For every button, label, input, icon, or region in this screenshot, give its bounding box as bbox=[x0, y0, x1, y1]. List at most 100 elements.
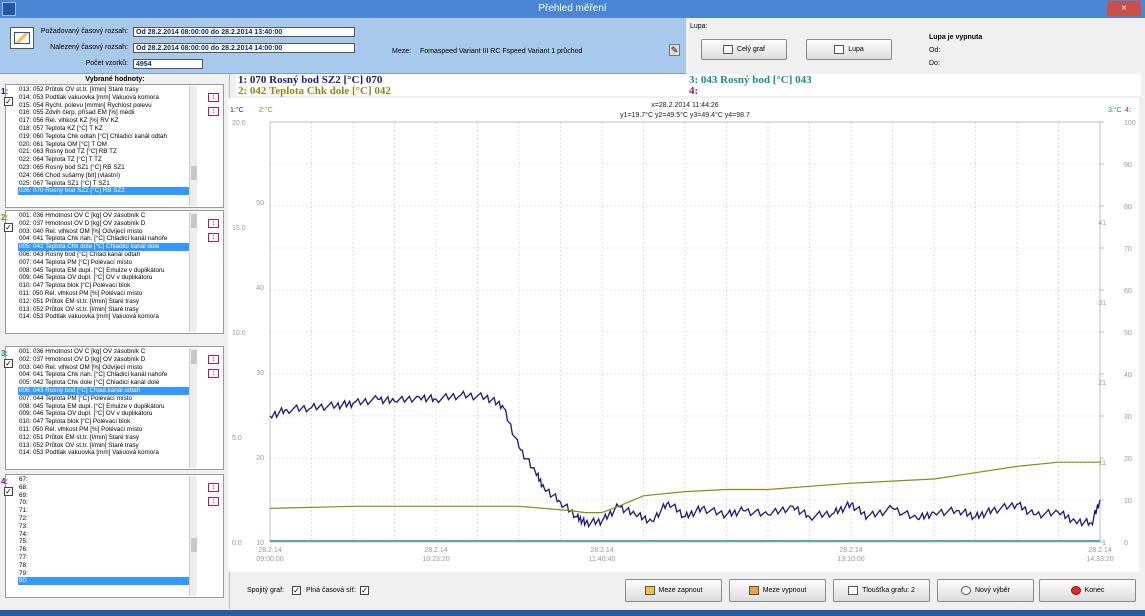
list-item[interactable]: 009: 046 Teplota OV dupl. [°C] OV v dupl… bbox=[18, 410, 197, 418]
list-item[interactable]: 021: 063 Rosný bod TZ [°C] RB TZ bbox=[18, 148, 197, 156]
list-item[interactable]: 013: 052 Průtok OV st.tr. [l/min] Staré … bbox=[18, 442, 197, 450]
list-item[interactable]: 012: 051 Průtok EM st.tr. [l/min] Staré … bbox=[18, 434, 197, 442]
list-item[interactable]: 001: 036 Hmotnost OV C [kg] OV zásobník … bbox=[18, 348, 197, 356]
list-item[interactable]: 69: bbox=[18, 492, 197, 500]
y4-tick-label: 10 bbox=[1124, 498, 1132, 505]
list-item[interactable]: 70: bbox=[18, 499, 197, 507]
scrollbar-thumb[interactable] bbox=[191, 350, 197, 364]
y4-tick-label: 0 bbox=[1124, 540, 1128, 547]
list-item[interactable]: 013: 052 Průtok OV st.tr. [l/min] Staré … bbox=[18, 306, 197, 314]
list-item[interactable]: 023: 065 Rosný bod SZ1 [°C] RB SZ1 bbox=[18, 164, 197, 172]
list-scrollbar[interactable] bbox=[189, 86, 197, 206]
value-listbox[interactable]: 013: 052 Průtok OV st.tr. [l/min] Staré … bbox=[18, 86, 197, 206]
list-scrollbar[interactable] bbox=[189, 476, 197, 596]
list-item[interactable]: 001: 036 Hmotnost OV C [kg] OV zásobník … bbox=[18, 212, 197, 220]
list-item[interactable]: 76: bbox=[18, 546, 197, 554]
list-item[interactable]: 007: 044 Teplota PM [°C] Polévací místo bbox=[18, 395, 197, 403]
scrollbar-thumb[interactable] bbox=[191, 214, 197, 228]
group-enable-checkbox[interactable]: ✓ bbox=[4, 359, 13, 368]
pin-icon[interactable]: ✎ bbox=[669, 44, 680, 56]
swap-series-icon[interactable]: ↕ bbox=[208, 233, 219, 242]
move-series-icon[interactable]: ↕ bbox=[208, 483, 219, 492]
y2-tick-label: 20 bbox=[256, 455, 264, 462]
list-item[interactable]: 015: 054 Rychl. polevu [m/min] Rychlost … bbox=[18, 102, 197, 110]
y4-tick-label: 70 bbox=[1124, 246, 1132, 253]
list-item[interactable]: 72: bbox=[18, 515, 197, 523]
line-chart[interactable]: 1:°C 2:°C 3:°C 4: x=28.2.2014 11:44:26 y1=19.… bbox=[228, 98, 1139, 572]
zoom-button[interactable]: Lupa bbox=[806, 39, 892, 60]
swap-series-icon[interactable]: ↕ bbox=[208, 369, 219, 378]
list-scrollbar[interactable] bbox=[189, 348, 197, 468]
list-item[interactable]: 009: 046 Teplota OV dupl. [°C] OV v dupl… bbox=[18, 274, 197, 282]
swap-series-icon[interactable]: ↕ bbox=[208, 107, 219, 116]
list-item[interactable]: 016: 055 Zdvih čerp. přísad EM [%] médii bbox=[18, 109, 197, 117]
list-item[interactable]: 006: 043 Rosný bod [°C] Chlad.kanál odta… bbox=[18, 251, 197, 259]
selected-values-panel: Vybrané hodnoty: 1: ✓ 013: 052 Průtok OV s… bbox=[0, 74, 230, 609]
y4-tick-label: 100 bbox=[1124, 120, 1136, 127]
list-item[interactable]: 019: 060 Teplota Chk odtah [°C] Chladicí… bbox=[18, 133, 197, 141]
list-item[interactable]: 73: bbox=[18, 523, 197, 531]
move-series-icon[interactable]: ↕ bbox=[208, 355, 219, 364]
scrollbar-thumb[interactable] bbox=[191, 166, 197, 180]
full-graph-button[interactable]: Celý graf bbox=[701, 39, 787, 60]
zoom-panel: Lupa: Celý graf Lupa Lupa je vypnuta Od:… bbox=[686, 18, 1145, 74]
list-item[interactable]: 67: bbox=[18, 476, 197, 484]
list-item[interactable]: 014: 053 Podtlak vakuovka [mm] Vakuová k… bbox=[18, 449, 197, 457]
sample-count-field[interactable]: 4954 bbox=[133, 59, 203, 69]
group-enable-checkbox[interactable]: ✓ bbox=[4, 487, 13, 496]
list-item[interactable]: 75: bbox=[18, 538, 197, 546]
list-item[interactable]: 010: 047 Teplota blok [°C] Polévací blok bbox=[18, 282, 197, 290]
list-item[interactable]: 014: 053 Podtlak vakuovka [mm] Vakuová k… bbox=[18, 313, 197, 321]
requested-range-field[interactable]: Od 28.2.2014 08:00:00 do 28.2.2014 13:40… bbox=[133, 27, 355, 37]
chart-area[interactable]: 1:°C 2:°C 3:°C 4: x=28.2.2014 11:44:26 y1=19.… bbox=[228, 98, 1139, 572]
value-listbox[interactable]: 67: 68: 69: 70: 71: 72: 73: 74: 75: 76: 77: 78: 79: 8… bbox=[18, 476, 197, 596]
list-item[interactable]: 77: bbox=[18, 554, 197, 562]
limits-on-button[interactable]: Meze zapnout bbox=[625, 579, 722, 602]
list-item[interactable]: 017: 056 Rel. vlhkost KZ [%] RV KZ bbox=[18, 117, 197, 125]
value-listbox[interactable]: 001: 036 Hmotnost OV C [kg] OV zásobník … bbox=[18, 212, 197, 332]
list-item[interactable]: 71: bbox=[18, 507, 197, 515]
list-item[interactable]: 011: 050 Rel. vlhkost PM [%] Polévací mí… bbox=[18, 426, 197, 434]
list-item[interactable]: 018: 057 Teplota KZ [°C] T KZ bbox=[18, 125, 197, 133]
list-item[interactable]: 007: 044 Teplota PM [°C] Polévací místo bbox=[18, 259, 197, 267]
cursor-x-readout: x=28.2.2014 11:44:26 bbox=[651, 102, 719, 109]
scrollbar-thumb[interactable] bbox=[191, 538, 197, 552]
list-item[interactable]: 022: 064 Teplota TZ [°C] T TZ bbox=[18, 156, 197, 164]
swap-series-icon[interactable]: ↕ bbox=[208, 497, 219, 506]
full-grid-checkbox[interactable]: ✓ bbox=[360, 586, 369, 595]
new-selection-button[interactable]: Nový výběr bbox=[937, 579, 1034, 602]
list-item[interactable]: 79: bbox=[18, 570, 197, 578]
list-item[interactable]: 024: 066 Chod sušárny [bit] (vlastní) bbox=[18, 172, 197, 180]
list-item[interactable]: 006: 043 Rosný bod [°C] Chlad.kanál odta… bbox=[18, 386, 197, 395]
legend-series-4: 4: bbox=[689, 85, 699, 97]
continuous-graph-checkbox[interactable]: ✓ bbox=[292, 586, 301, 595]
list-item[interactable]: 026: 070 Rosný bod SZ2 [°C] RB SZ2 bbox=[18, 187, 197, 196]
list-item[interactable]: 74: bbox=[18, 531, 197, 539]
close-button[interactable]: × bbox=[1107, 1, 1141, 16]
move-series-icon[interactable]: ↕ bbox=[208, 219, 219, 228]
y3-tick-label: 1 bbox=[1102, 540, 1106, 547]
list-item[interactable]: 014: 053 Podtlak vakuovka [mm] Vakuová k… bbox=[18, 94, 197, 102]
move-series-icon[interactable]: ↕ bbox=[208, 93, 219, 102]
list-item[interactable]: 80: bbox=[18, 577, 197, 586]
value-listbox[interactable]: 001: 036 Hmotnost OV C [kg] OV zásobník … bbox=[18, 348, 197, 468]
found-range-field[interactable]: Od 28.2.2014 08:00:00 do 28.2.2014 14:00… bbox=[133, 43, 355, 53]
list-item[interactable]: 005: 042 Teplota Chk dole [°C] Chladicí … bbox=[18, 379, 197, 387]
list-item[interactable]: 012: 051 Průtok EM st.tr. [l/min] Staré … bbox=[18, 298, 197, 306]
list-item[interactable]: 010: 047 Teplota blok [°C] Polévací blok bbox=[18, 418, 197, 426]
group-enable-checkbox[interactable]: ✓ bbox=[4, 223, 13, 232]
group-number: 1: bbox=[1, 87, 9, 96]
limits-off-button[interactable]: Meze vypnout bbox=[729, 579, 826, 602]
list-item[interactable]: 78: bbox=[18, 562, 197, 570]
list-item[interactable]: 68: bbox=[18, 484, 197, 492]
y4-tick-label: 40 bbox=[1124, 372, 1132, 379]
graph-thickness-button[interactable]: Tloušťka grafu: 2 bbox=[833, 579, 930, 602]
list-item[interactable]: 013: 052 Průtok OV st.tr. [l/min] Staré … bbox=[18, 86, 197, 94]
list-item[interactable]: 005: 042 Teplota Chk dole [°C] Chladicí … bbox=[18, 243, 197, 251]
group-enable-checkbox[interactable]: ✓ bbox=[4, 97, 13, 106]
list-item[interactable]: 002: 037 Hmotnost OV D [kg] OV zásobník … bbox=[18, 356, 197, 364]
list-scrollbar[interactable] bbox=[189, 212, 197, 332]
list-item[interactable]: 002: 037 Hmotnost OV D [kg] OV zásobník … bbox=[18, 220, 197, 228]
end-button[interactable]: Konec bbox=[1039, 579, 1136, 602]
list-item[interactable]: 011: 050 Rel. vlhkost PM [%] Polévací mí… bbox=[18, 290, 197, 298]
